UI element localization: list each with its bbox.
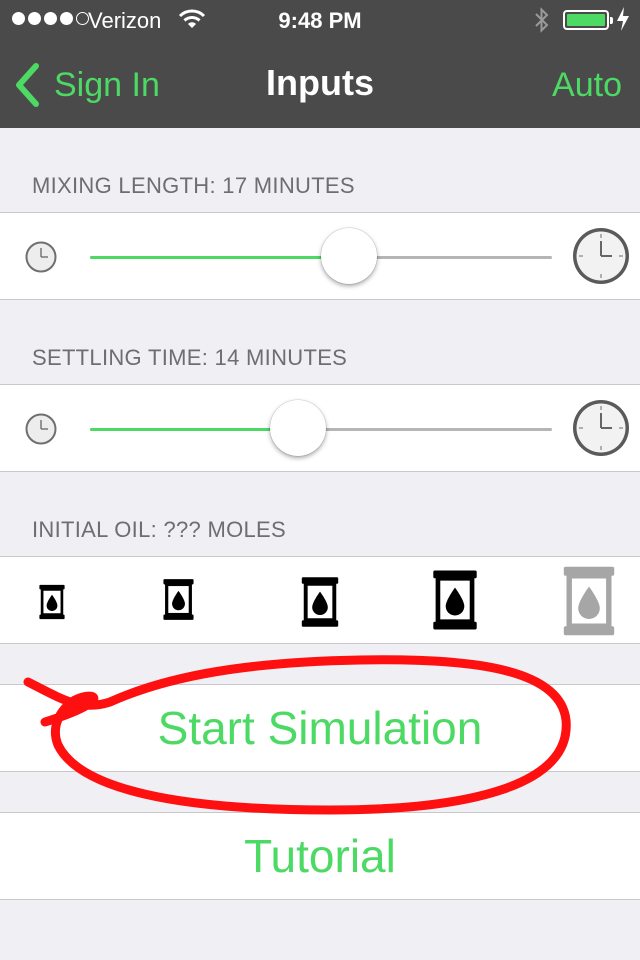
bluetooth-icon <box>533 6 551 40</box>
oil-barrel-icon[interactable] <box>162 578 195 621</box>
settling-time-header: SETTLING TIME: 14 MINUTES <box>32 345 348 370</box>
clock-small-icon <box>25 241 57 273</box>
initial-oil-header: INITIAL OIL: ??? MOLES <box>32 517 286 542</box>
initial-oil-cell <box>0 556 640 644</box>
navigation-bar: Verizon 9:48 PM Sign In Inputs Auto <box>0 0 640 128</box>
status-bar: Verizon 9:48 PM <box>0 0 640 40</box>
settling-time-cell <box>0 384 640 472</box>
tutorial-button[interactable]: Tutorial <box>0 812 640 900</box>
battery-icon <box>563 10 613 30</box>
oil-barrel-icon[interactable] <box>430 569 480 631</box>
page-title: Inputs <box>266 62 374 103</box>
oil-barrel-icon[interactable] <box>38 584 66 620</box>
mixing-length-slider-fill <box>90 256 349 259</box>
start-simulation-button[interactable]: Start Simulation <box>0 684 640 772</box>
charging-icon <box>616 6 630 38</box>
auto-button[interactable]: Auto <box>552 66 622 105</box>
clock-small-icon <box>25 413 57 445</box>
mixing-length-cell <box>0 212 640 300</box>
clock-large-icon <box>573 400 629 456</box>
clock-large-icon <box>573 228 629 284</box>
mixing-length-slider-thumb[interactable] <box>320 228 377 284</box>
oil-barrel-icon[interactable] <box>299 576 341 628</box>
mixing-length-header: MIXING LENGTH: 17 MINUTES <box>32 173 355 198</box>
settling-time-slider-fill <box>90 428 298 431</box>
settling-time-slider-thumb[interactable] <box>269 400 326 456</box>
oil-barrel-icon-disabled[interactable] <box>558 565 620 637</box>
